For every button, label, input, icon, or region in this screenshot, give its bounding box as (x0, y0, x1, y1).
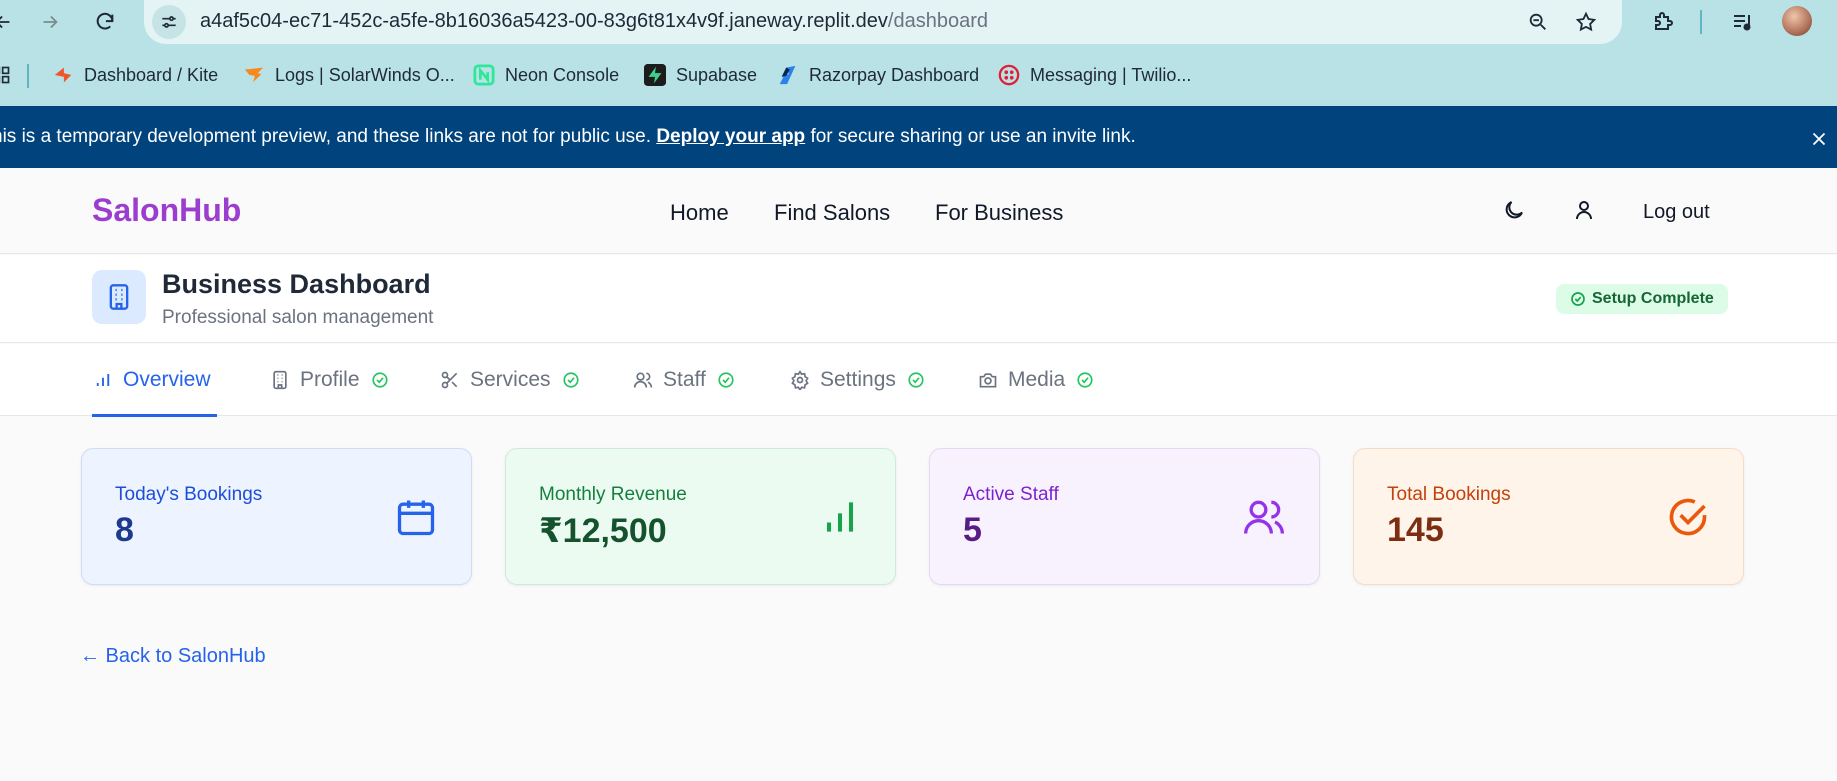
stat-card-active-staff: Active Staff 5 (929, 448, 1320, 585)
deploy-app-link[interactable]: Deploy your app (656, 126, 805, 147)
tab-profile[interactable]: Profile (269, 344, 389, 416)
stat-label: Active Staff (963, 484, 1059, 505)
stat-label: Today's Bookings (115, 484, 263, 505)
solarwinds-icon (243, 64, 265, 86)
bookmark-razorpay[interactable]: Razorpay Dashboard (777, 60, 979, 90)
tab-label: Services (470, 368, 551, 391)
bookmark-kite[interactable]: Dashboard / Kite (52, 60, 218, 90)
bar-chart-icon (92, 369, 114, 391)
zoom-icon[interactable] (1523, 7, 1553, 37)
stat-card-todays-bookings: Today's Bookings 8 (81, 448, 472, 585)
logo[interactable]: SalonHub (92, 192, 241, 229)
bookmark-twilio[interactable]: Messaging | Twilio... (998, 60, 1191, 90)
page-subtitle: Professional salon management (162, 307, 434, 328)
users-icon (1242, 495, 1286, 539)
users-icon (632, 369, 654, 391)
tab-staff[interactable]: Staff (632, 344, 735, 416)
profile-avatar[interactable] (1782, 6, 1812, 36)
nav-find-salons[interactable]: Find Salons (774, 200, 890, 226)
url-text[interactable]: a4af5c04-ec71-452c-a5fe-8b16036a5423-00-… (200, 10, 988, 33)
check-circle-icon (907, 371, 925, 389)
check-circle-icon (1571, 292, 1585, 306)
reload-icon[interactable] (88, 5, 122, 39)
check-circle-icon (1666, 495, 1710, 539)
bookmark-label: Dashboard / Kite (84, 64, 219, 85)
kite-icon (52, 64, 74, 86)
browser-chrome: a4af5c04-ec71-452c-a5fe-8b16036a5423-00-… (0, 0, 1837, 106)
stat-card-monthly-revenue: Monthly Revenue ₹12,500 (505, 448, 896, 585)
check-circle-icon (717, 371, 735, 389)
close-icon[interactable] (1808, 128, 1830, 150)
tab-settings[interactable]: Settings (789, 344, 925, 416)
site-info-icon[interactable] (152, 5, 186, 39)
star-icon[interactable] (1571, 7, 1601, 37)
apps-grid-icon[interactable] (0, 60, 16, 90)
logout-button[interactable]: Log out (1643, 201, 1710, 224)
bookmark-label: Razorpay Dashboard (809, 64, 980, 85)
bookmark-supabase[interactable]: Supabase (644, 60, 757, 90)
status-label: Setup Complete (1592, 290, 1714, 307)
page-title: Business Dashboard (162, 269, 431, 299)
extensions-icon[interactable] (1648, 7, 1678, 37)
address-bar[interactable]: a4af5c04-ec71-452c-a5fe-8b16036a5423-00-… (144, 0, 1622, 44)
bookmark-label: Logs | SolarWinds O... (275, 64, 455, 85)
user-icon[interactable] (1572, 198, 1598, 224)
tab-services[interactable]: Services (439, 344, 580, 416)
bookmark-label: Neon Console (505, 64, 620, 85)
bookmarks-divider (27, 64, 29, 88)
razorpay-icon (777, 64, 799, 86)
stat-value: 8 (115, 511, 134, 549)
stat-label: Monthly Revenue (539, 484, 687, 505)
nav-for-business[interactable]: For Business (935, 200, 1063, 226)
scissors-icon (439, 369, 461, 391)
bookmark-neon[interactable]: Neon Console (473, 60, 619, 90)
back-to-salonhub-link[interactable]: ← Back to SalonHub (80, 645, 266, 668)
tab-label: Profile (300, 368, 360, 391)
stat-value: ₹12,500 (539, 512, 667, 550)
banner-message: his is a temporary development preview, … (0, 126, 652, 147)
tab-label: Staff (663, 368, 706, 391)
supabase-icon (644, 64, 666, 86)
media-queue-icon[interactable] (1728, 7, 1758, 37)
dashboard-tabs: Overview Profile Services Staff Settings… (0, 344, 1837, 417)
check-circle-icon (371, 371, 389, 389)
building-icon (269, 369, 291, 391)
tab-media[interactable]: Media (977, 344, 1094, 416)
stat-label: Total Bookings (1387, 484, 1511, 505)
banner-message-end: for secure sharing or use an invite link… (810, 126, 1136, 147)
check-circle-icon (562, 371, 580, 389)
dashboard-header: Business Dashboard Professional salon ma… (0, 255, 1837, 343)
stat-card-total-bookings: Total Bookings 145 (1353, 448, 1744, 585)
tab-label: Media (1008, 368, 1066, 391)
bookmark-label: Messaging | Twilio... (1030, 64, 1192, 85)
tab-label: Settings (820, 368, 896, 391)
calendar-icon (394, 495, 438, 539)
stat-value: 5 (963, 511, 982, 549)
tab-overview[interactable]: Overview (92, 344, 217, 417)
bookmark-solarwinds[interactable]: Logs | SolarWinds O... (243, 60, 455, 90)
status-badge: Setup Complete (1556, 284, 1728, 314)
toolbar-divider (1700, 10, 1702, 34)
building-icon (92, 270, 146, 324)
check-circle-icon (1076, 371, 1094, 389)
gear-icon (789, 369, 811, 391)
moon-icon[interactable] (1502, 198, 1528, 224)
neon-icon (473, 64, 495, 86)
app-header: SalonHub Home Find Salons For Business L… (0, 168, 1837, 254)
banner-text: his is a temporary development preview, … (0, 126, 1136, 148)
dev-preview-banner: his is a temporary development preview, … (0, 106, 1837, 168)
camera-icon (977, 369, 999, 391)
nav-home[interactable]: Home (670, 200, 729, 226)
bar-chart-icon (818, 495, 862, 539)
back-arrow-icon[interactable] (0, 5, 20, 39)
stat-value: 145 (1387, 511, 1444, 549)
bookmark-label: Supabase (676, 64, 758, 85)
tab-label: Overview (123, 368, 211, 391)
twilio-icon (998, 64, 1020, 86)
forward-arrow-icon[interactable] (33, 5, 67, 39)
